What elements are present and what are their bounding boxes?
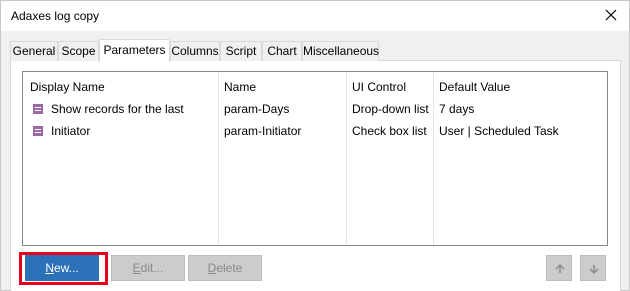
cell-ui-control: Check box list bbox=[352, 124, 427, 138]
move-up-button[interactable] bbox=[546, 255, 572, 281]
edit-button-mnemonic: E bbox=[132, 261, 141, 275]
delete-button[interactable]: Delete bbox=[188, 255, 262, 281]
parameter-icon bbox=[33, 126, 43, 136]
cell-name: param-Days bbox=[224, 102, 290, 116]
close-button[interactable] bbox=[593, 1, 629, 31]
edit-button-label: dit... bbox=[140, 261, 164, 275]
close-icon bbox=[605, 9, 617, 21]
cell-default-value: 7 days bbox=[439, 102, 475, 116]
column-header-display-name[interactable]: Display Name bbox=[30, 80, 105, 94]
tab-miscellaneous[interactable]: Miscellaneous bbox=[302, 41, 379, 61]
arrow-up-icon bbox=[555, 263, 565, 273]
tab-general[interactable]: General bbox=[10, 41, 58, 61]
delete-button-mnemonic: D bbox=[207, 261, 217, 275]
tab-parameters[interactable]: Parameters bbox=[99, 39, 170, 62]
parameter-icon bbox=[33, 104, 43, 114]
tab-scope[interactable]: Scope bbox=[58, 41, 99, 61]
cell-default-value: User | Scheduled Task bbox=[439, 124, 559, 138]
column-header-name[interactable]: Name bbox=[224, 80, 256, 94]
tab-chart[interactable]: Chart bbox=[262, 41, 302, 61]
title-bar: Adaxes log copy bbox=[1, 1, 629, 31]
edit-button[interactable]: Edit... bbox=[111, 255, 185, 281]
column-header-ui-control[interactable]: UI Control bbox=[352, 80, 406, 94]
cell-display-name: Initiator bbox=[51, 124, 91, 138]
dialog-window: Adaxes log copy General Scope Parameters… bbox=[0, 0, 630, 291]
window-title: Adaxes log copy bbox=[11, 9, 100, 23]
tab-script[interactable]: Script bbox=[220, 41, 262, 61]
cell-name: param-Initiator bbox=[224, 124, 302, 138]
arrow-down-icon bbox=[589, 265, 599, 275]
delete-button-label: elete bbox=[216, 261, 243, 275]
table-row[interactable]: Initiator param-Initiator Check box list… bbox=[23, 120, 607, 142]
tab-columns[interactable]: Columns bbox=[170, 41, 220, 61]
cell-ui-control: Drop-down list bbox=[352, 102, 429, 116]
cell-display-name: Show records for the last bbox=[51, 102, 184, 116]
column-header-default-value[interactable]: Default Value bbox=[439, 80, 510, 94]
highlight-box bbox=[19, 252, 108, 285]
move-down-button[interactable] bbox=[580, 255, 606, 281]
parameters-list[interactable]: Display Name Name UI Control Default Val… bbox=[22, 71, 608, 246]
table-row[interactable]: Show records for the last param-Days Dro… bbox=[23, 98, 607, 120]
